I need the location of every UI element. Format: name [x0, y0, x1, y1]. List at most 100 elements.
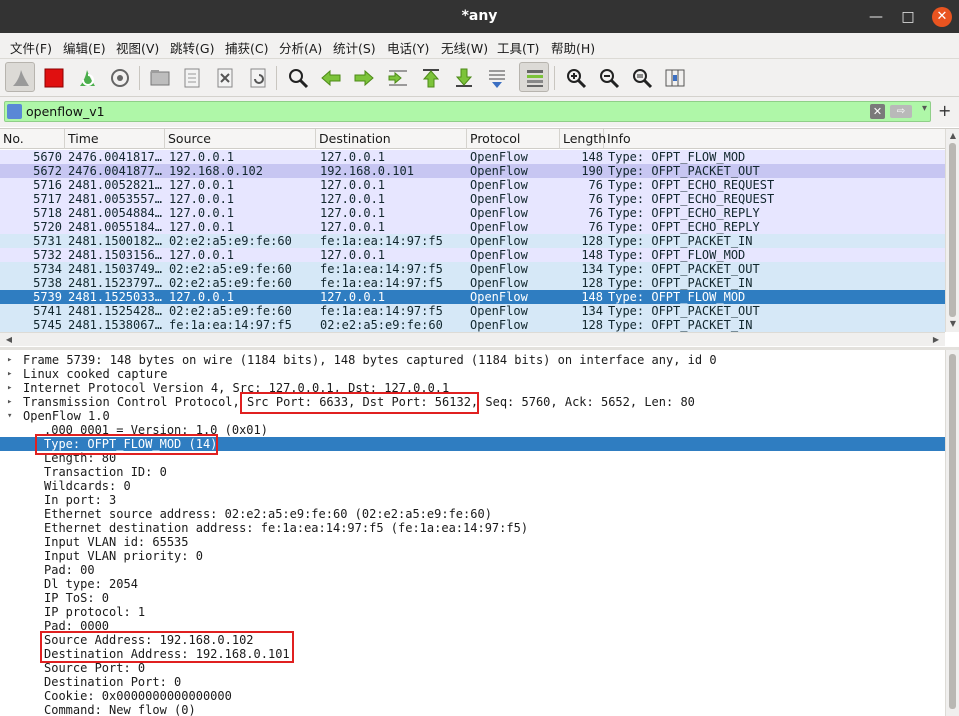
detail-line[interactable]: Destination Port: 0 — [0, 675, 945, 689]
minimize-button[interactable]: — — [866, 7, 886, 27]
column-header-info[interactable]: Info — [604, 129, 945, 149]
clear-filter-icon[interactable]: ✕ — [870, 104, 885, 119]
detail-line[interactable]: Wildcards: 0 — [0, 479, 945, 493]
menu-tools[interactable]: 工具(T) — [497, 38, 539, 57]
find-packet-icon[interactable] — [282, 62, 312, 92]
packet-cell-info: Type: OFPT_PACKET_IN — [608, 318, 753, 332]
detail-line[interactable]: Transaction ID: 0 — [0, 465, 945, 479]
close-file-icon[interactable] — [209, 62, 239, 92]
detail-line[interactable]: Input VLAN priority: 0 — [0, 549, 945, 563]
column-header-source[interactable]: Source — [165, 129, 316, 149]
add-filter-button[interactable]: + — [938, 101, 951, 120]
save-file-icon[interactable] — [176, 62, 206, 92]
menu-capture[interactable]: 捕获(C) — [225, 38, 268, 57]
detail-line[interactable]: Input VLAN id: 65535 — [0, 535, 945, 549]
go-back-icon[interactable] — [315, 62, 345, 92]
packet-row[interactable]: 5717 2481.0053557… 127.0.0.1 127.0.0.1 OpenF… — [0, 192, 945, 206]
colorize-icon[interactable] — [519, 62, 549, 92]
packet-row[interactable]: 5745 2481.1538067… fe:1a:ea:14:97:f5 02:e2:… — [0, 318, 945, 332]
packet-row-selected[interactable]: 5739 2481.1525033… 127.0.0.1 127.0.0.1 OpenF… — [0, 290, 945, 304]
packet-row[interactable]: 5732 2481.1503156… 127.0.0.1 127.0.0.1 OpenF… — [0, 248, 945, 262]
zoom-in-icon[interactable] — [560, 62, 590, 92]
details-scrollbar[interactable] — [945, 350, 959, 716]
packet-row[interactable]: 5738 2481.1523797… 02:e2:a5:e9:fe:60 fe:1a:… — [0, 276, 945, 290]
detail-line[interactable]: Dl type: 2054 — [0, 577, 945, 591]
detail-line[interactable]: ▸ Frame 5739: 148 bytes on wire (1184 bit… — [0, 353, 945, 367]
packet-row[interactable]: 5670 2476.0041817… 127.0.0.1 127.0.0.1 OpenF… — [0, 150, 945, 164]
expand-arrow-icon[interactable]: ▸ — [7, 367, 12, 381]
menu-go[interactable]: 跳转(G) — [170, 38, 214, 57]
packet-row[interactable]: 5718 2481.0054884… 127.0.0.1 127.0.0.1 OpenF… — [0, 206, 945, 220]
scroll-down-icon[interactable]: ▼ — [946, 319, 959, 328]
scroll-right-icon[interactable]: ▶ — [929, 335, 943, 344]
apply-filter-icon[interactable]: ⇨ — [890, 105, 912, 118]
column-header-destination[interactable]: Destination — [316, 129, 467, 149]
collapse-arrow-icon[interactable]: ▾ — [7, 409, 12, 423]
scroll-up-icon[interactable]: ▲ — [946, 131, 959, 140]
go-first-packet-icon[interactable] — [415, 62, 445, 92]
detail-line[interactable]: Command: New flow (0) — [0, 703, 945, 716]
open-file-icon[interactable] — [144, 62, 174, 92]
reload-file-icon[interactable] — [242, 62, 272, 92]
menu-help[interactable]: 帮助(H) — [551, 38, 595, 57]
go-last-packet-icon[interactable] — [448, 62, 478, 92]
scrollbar-thumb[interactable] — [949, 143, 956, 317]
column-header-time[interactable]: Time — [65, 129, 165, 149]
detail-line[interactable]: Cookie: 0x0000000000000000 — [0, 689, 945, 703]
packet-row[interactable]: 5731 2481.1500182… 02:e2:a5:e9:fe:60 fe:1a:… — [0, 234, 945, 248]
close-window-button[interactable]: ✕ — [932, 7, 952, 27]
packet-row[interactable]: 5672 2476.0041877… 192.168.0.102 192.168.0.… — [0, 164, 945, 178]
highlight-box-type — [35, 434, 218, 455]
detail-line[interactable]: IP protocol: 1 — [0, 605, 945, 619]
packet-cell-dst: fe:1a:ea:14:97:f5 — [320, 262, 443, 276]
details-scrollbar-thumb[interactable] — [949, 354, 956, 709]
menu-telephony[interactable]: 电话(Y) — [387, 38, 429, 57]
expand-arrow-icon[interactable]: ▸ — [7, 353, 12, 367]
detail-line[interactable]: Ethernet destination address: fe:1a:ea:1… — [0, 521, 945, 535]
packet-list: No. Time Source Destination Protocol Len… — [0, 128, 959, 346]
packet-cell-dst: 127.0.0.1 — [320, 220, 386, 234]
capture-options-icon[interactable] — [104, 62, 134, 92]
display-filter-input[interactable]: openflow_v1 ✕ ⇨ ▾ — [4, 101, 931, 122]
auto-scroll-icon[interactable] — [481, 62, 511, 92]
scroll-left-icon[interactable]: ◀ — [2, 335, 16, 344]
packet-row[interactable]: 5720 2481.0055184… 127.0.0.1 127.0.0.1 OpenF… — [0, 220, 945, 234]
stop-capture-icon[interactable] — [38, 62, 68, 92]
detail-line[interactable]: Source Port: 0 — [0, 661, 945, 675]
packet-cell-proto: OpenFlow — [470, 262, 528, 276]
expand-arrow-icon[interactable]: ▸ — [7, 395, 12, 409]
detail-line[interactable]: ▸ Linux cooked capture — [0, 367, 945, 381]
maximize-button[interactable]: □ — [898, 7, 918, 27]
menu-analyze[interactable]: 分析(A) — [279, 38, 322, 57]
packet-row[interactable]: 5734 2481.1503749… 02:e2:a5:e9:fe:60 fe:1a:… — [0, 262, 945, 276]
resize-columns-icon[interactable] — [659, 62, 689, 92]
menu-wireless[interactable]: 无线(W) — [441, 38, 488, 57]
go-forward-icon[interactable] — [348, 62, 378, 92]
zoom-out-icon[interactable] — [593, 62, 623, 92]
packet-list-hscrollbar[interactable]: ◀ ▶ — [0, 332, 945, 346]
packet-row[interactable]: 5741 2481.1525428… 02:e2:a5:e9:fe:60 fe:1a:… — [0, 304, 945, 318]
detail-line[interactable]: IP ToS: 0 — [0, 591, 945, 605]
packet-row[interactable]: 5716 2481.0052821… 127.0.0.1 127.0.0.1 OpenF… — [0, 178, 945, 192]
menu-view[interactable]: 视图(V) — [116, 38, 159, 57]
detail-line[interactable]: Ethernet source address: 02:e2:a5:e9:fe:… — [0, 507, 945, 521]
shark-fin-start-icon[interactable] — [5, 62, 35, 92]
normal-size-icon[interactable] — [626, 62, 656, 92]
packet-list-scrollbar[interactable]: ▲ ▼ — [945, 129, 959, 332]
column-header-no[interactable]: No. — [0, 129, 65, 149]
restart-capture-icon[interactable] — [71, 62, 101, 92]
column-header-protocol[interactable]: Protocol — [467, 129, 560, 149]
expand-arrow-icon[interactable]: ▸ — [7, 381, 12, 395]
detail-line[interactable]: In port: 3 — [0, 493, 945, 507]
menu-statistics[interactable]: 统计(S) — [333, 38, 376, 57]
detail-line[interactable]: Pad: 00 — [0, 563, 945, 577]
detail-line-text: In port: 3 — [44, 493, 117, 507]
detail-line-text: Command: New flow (0) — [44, 703, 196, 716]
go-to-packet-icon[interactable] — [382, 62, 412, 92]
filter-history-dropdown-icon[interactable]: ▾ — [922, 103, 927, 114]
bookmark-icon[interactable] — [7, 104, 22, 119]
column-header-length[interactable]: Length — [560, 129, 606, 149]
menu-file[interactable]: 文件(F) — [10, 38, 52, 57]
menu-edit[interactable]: 编辑(E) — [63, 38, 106, 57]
display-filter-text[interactable]: openflow_v1 — [26, 104, 105, 119]
